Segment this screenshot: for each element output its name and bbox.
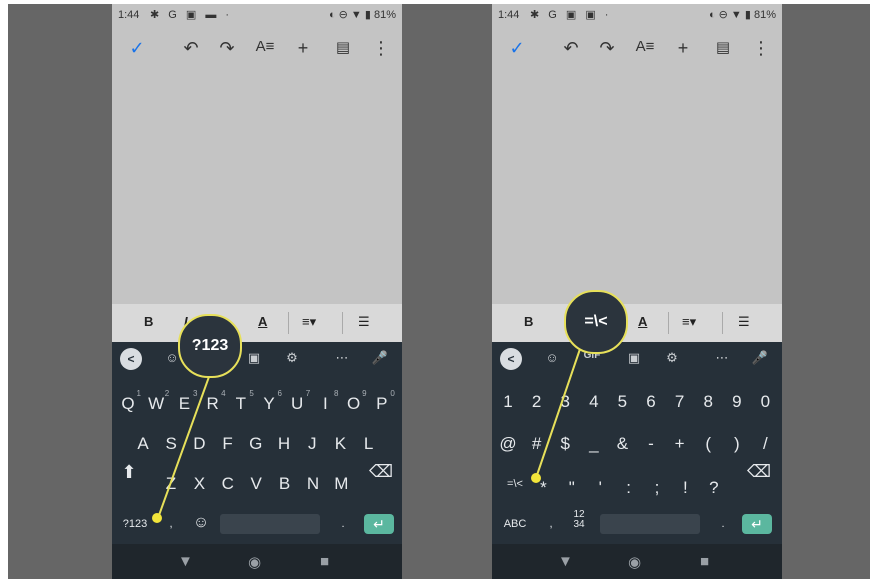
phone-screenshot-symbols: 1:44 ✱ G ▣ ▣ · ◐ ⊖ ▼ ▮ 81% ✓ ↶ ↷ A≡ + ▤ … xyxy=(492,4,782,579)
callout-symbol-page-key: =\< xyxy=(564,290,628,354)
callout-pointer-line xyxy=(535,348,581,479)
callout-dot xyxy=(531,473,541,483)
callout-symbols-key: ?123 xyxy=(178,314,242,378)
callout-dot xyxy=(152,513,162,523)
phone-screenshot-letters: 1:44 ✱ G ▣ ▬ · ◐ ⊖ ▼ ▮ 81% ✓ ↶ ↷ A≡ + ▤ … xyxy=(112,4,402,579)
callout-pointer-line xyxy=(157,373,211,519)
